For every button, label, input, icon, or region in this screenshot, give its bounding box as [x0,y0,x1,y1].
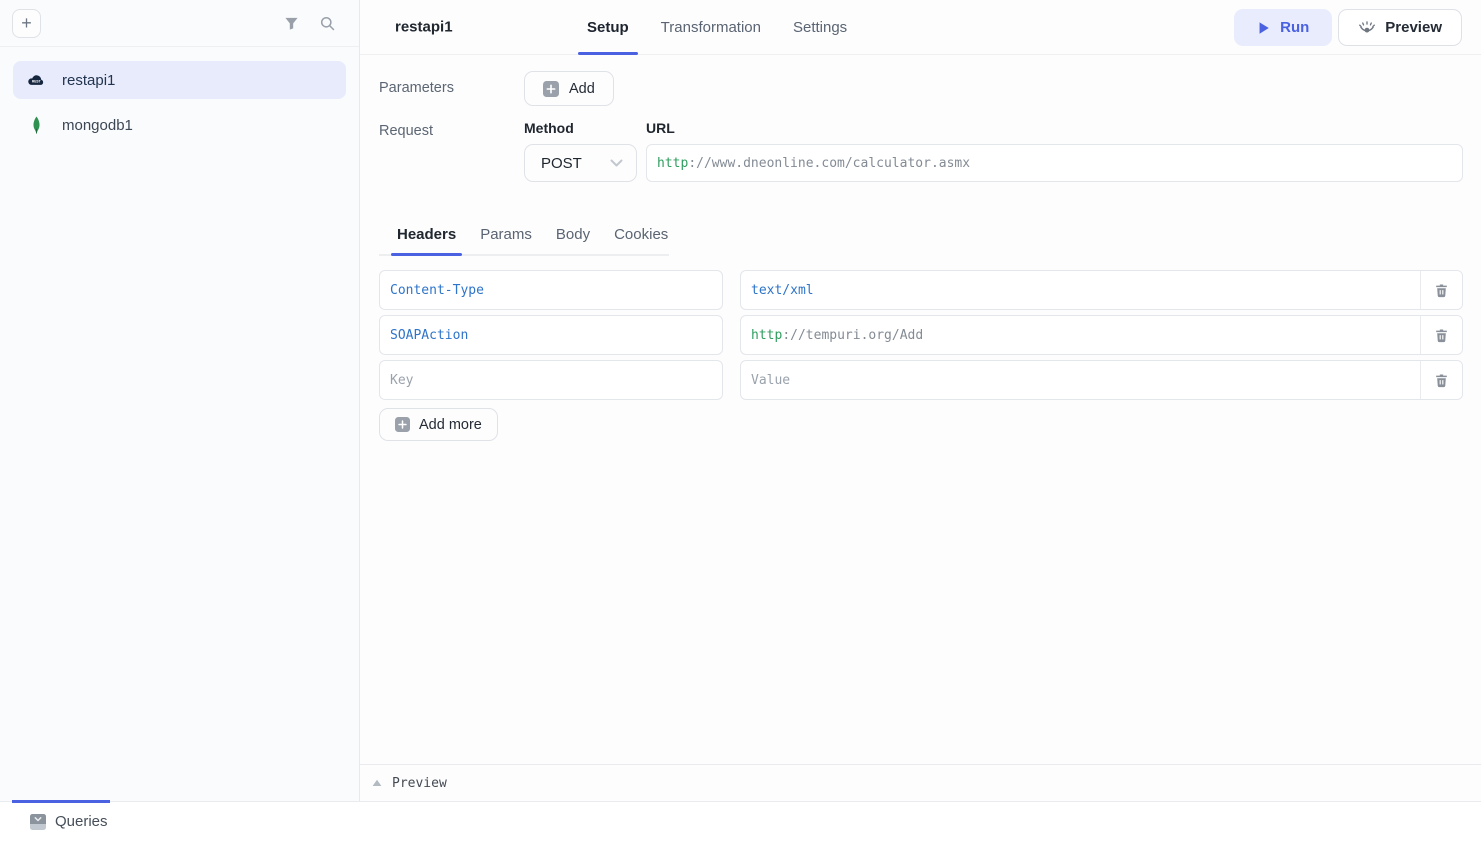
bottom-bar: Queries [0,801,1481,841]
main-header: restapi1 Setup Transformation Settings R… [360,0,1481,55]
setup-form: Parameters Add Request Method POST [360,55,1481,764]
request-label: Request [379,120,524,182]
request-subtabs: Headers Params Body Cookies [379,218,669,256]
header-key-field [379,360,723,400]
search-icon[interactable] [320,16,335,31]
parameters-label: Parameters [379,71,524,96]
trash-icon [1434,373,1449,388]
header-value-input[interactable]: http://tempuri.org/Add [741,316,1420,354]
add-parameter-button[interactable]: Add [524,71,614,106]
add-parameter-label: Add [569,81,595,97]
chevron-down-icon [610,159,623,168]
header-key-text: SOAPAction [390,328,468,343]
method-column: Method POST [524,120,637,182]
method-label: Method [524,120,637,136]
filter-icon[interactable] [284,16,299,31]
eye-icon [1358,20,1376,36]
header-value-scheme: http [751,328,782,343]
query-editor-app: + REST restapi1 [0,0,1481,841]
subtab-body[interactable]: Body [555,218,591,254]
url-scheme: http [657,156,688,171]
tab-settings[interactable]: Settings [791,0,849,54]
plus-icon: + [21,14,32,32]
url-label: URL [646,120,1463,136]
add-more-label: Add more [419,417,482,433]
header-value-group: http://tempuri.org/Add [740,315,1463,355]
header-tabs: Setup Transformation Settings [585,0,849,54]
rest-api-cloud-icon: REST [27,71,45,89]
method-select[interactable]: POST [524,144,637,182]
query-title: restapi1 [395,19,453,36]
header-row-empty [379,360,1463,400]
run-button[interactable]: Run [1234,9,1332,46]
header-value-group: text/xml [740,270,1463,310]
header-value-text: text/xml [751,283,814,298]
header-value-group [740,360,1463,400]
preview-bar-label: Preview [392,776,447,791]
query-list: REST restapi1 mongodb1 [0,47,359,165]
header-key-text: Content-Type [390,283,484,298]
sidebar-item-restapi1[interactable]: REST restapi1 [13,61,346,99]
parameters-row: Parameters Add [379,71,1463,106]
sidebar-toolbar: + [0,0,359,47]
add-more-button[interactable]: Add more [379,408,498,441]
svg-text:REST: REST [32,80,41,84]
trash-icon [1434,283,1449,298]
preview-button-label: Preview [1385,19,1442,36]
collapse-up-icon [372,779,382,787]
tab-transformation[interactable]: Transformation [659,0,763,54]
plus-square-icon [395,417,410,432]
header-actions: Run Preview [1234,9,1462,46]
preview-button[interactable]: Preview [1338,9,1462,46]
delete-header-button[interactable] [1420,316,1462,354]
subtab-headers[interactable]: Headers [396,218,457,254]
top-region: + REST restapi1 [0,0,1481,801]
subtab-params[interactable]: Params [479,218,533,254]
add-query-button[interactable]: + [12,9,41,38]
header-value-rest: ://tempuri.org/Add [782,328,923,343]
queries-tab-label: Queries [55,813,108,830]
sidebar-item-label: restapi1 [62,72,115,89]
run-button-label: Run [1280,19,1309,36]
subtab-cookies[interactable]: Cookies [613,218,669,254]
method-value: POST [541,155,582,172]
active-tab-indicator [12,800,110,803]
response-preview-bar[interactable]: Preview [360,764,1481,801]
bottom-tab-queries[interactable]: Queries [30,813,108,830]
delete-header-button[interactable] [1420,361,1462,399]
sidebar: + REST restapi1 [0,0,360,801]
mongodb-leaf-icon [27,116,45,134]
header-value-input[interactable]: text/xml [741,271,1420,309]
delete-header-button[interactable] [1420,271,1462,309]
plus-square-icon [543,81,559,97]
request-row: Request Method POST URL http://www.dneon… [379,120,1463,182]
header-row-soapaction: SOAPAction http://tempuri.org/Add [379,315,1463,355]
header-value-input[interactable] [751,373,1410,388]
headers-kv-rows: Content-Type text/xml SOAPAction http://… [379,270,1463,441]
url-input[interactable]: http://www.dneonline.com/calculator.asmx [646,144,1463,182]
main-panel: restapi1 Setup Transformation Settings R… [360,0,1481,801]
sidebar-item-label: mongodb1 [62,117,133,134]
header-key-input[interactable]: SOAPAction [379,315,723,355]
header-row-content-type: Content-Type text/xml [379,270,1463,310]
sidebar-item-mongodb1[interactable]: mongodb1 [13,106,346,144]
play-icon [1257,21,1270,35]
tab-setup[interactable]: Setup [585,0,631,54]
header-key-input[interactable] [390,373,712,388]
trash-icon [1434,328,1449,343]
url-column: URL http://www.dneonline.com/calculator.… [646,120,1463,182]
url-rest: ://www.dneonline.com/calculator.asmx [688,156,970,171]
header-key-input[interactable]: Content-Type [379,270,723,310]
header-value-field [741,361,1420,399]
queries-icon [30,814,46,830]
